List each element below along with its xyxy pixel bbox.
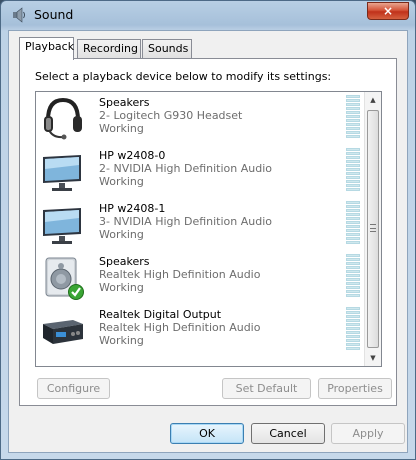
device-status: Working [99,122,144,135]
window-title: Sound [34,7,74,22]
device-description: 2- Logitech G930 Headset [99,109,243,122]
title-bar[interactable]: Sound × [1,1,415,29]
device-description: 3- NVIDIA High Definition Audio [99,215,273,228]
playback-panel: Select a playback device below to modify… [19,58,397,406]
device-item[interactable]: HP w2408-1 3- NVIDIA High Definition Aud… [36,198,365,251]
set-default-button[interactable]: Set Default [222,378,311,399]
vertical-scrollbar[interactable]: ▲ ▼ [364,92,381,366]
device-status: Working [99,281,144,294]
volume-meter [346,307,362,353]
volume-meter [346,254,362,300]
tab-playback[interactable]: Playback [19,37,74,60]
scroll-down-icon[interactable]: ▼ [365,350,381,366]
configure-button[interactable]: Configure [37,378,110,399]
device-item[interactable]: Speakers 2- Logitech G930 Headset Workin… [36,92,365,145]
dialog-client: Playback Recording Sounds Select a playb… [8,30,408,453]
speaker-default-icon [45,257,84,300]
tab-recording[interactable]: Recording [77,39,141,59]
device-status: Working [99,175,144,188]
headset-icon [44,97,82,140]
sound-dialog: Sound × Playback Recording Sounds Select… [0,0,416,460]
device-description: Realtek High Definition Audio [99,268,261,281]
properties-button[interactable]: Properties [318,378,392,399]
device-name: Realtek Digital Output [99,308,222,321]
grip-icon [370,224,376,232]
apply-button[interactable]: Apply [331,423,405,444]
device-status: Working [99,228,144,241]
device-name: Speakers [99,96,150,109]
device-name: Speakers [99,255,150,268]
device-description: Realtek High Definition Audio [99,321,261,334]
close-button[interactable]: × [367,2,409,20]
ok-button[interactable]: OK [170,423,244,444]
device-name: HP w2408-0 [99,149,166,162]
monitor-icon [43,208,81,244]
tab-sounds[interactable]: Sounds [142,39,192,59]
device-description: 2- NVIDIA High Definition Audio [99,162,273,175]
device-item[interactable]: Speakers Realtek High Definition Audio W… [36,251,365,304]
device-status: Working [99,334,144,347]
volume-meter [346,201,362,247]
device-name: HP w2408-1 [99,202,166,215]
device-list[interactable]: Speakers 2- Logitech G930 Headset Workin… [35,91,382,367]
scroll-up-icon[interactable]: ▲ [365,92,381,108]
speaker-icon [13,7,25,23]
digital-output-icon [43,320,83,344]
cancel-button[interactable]: Cancel [251,423,325,444]
volume-meter [346,95,362,141]
device-item[interactable]: HP w2408-0 2- NVIDIA High Definition Aud… [36,145,365,198]
instruction-text: Select a playback device below to modify… [35,70,332,83]
device-item[interactable]: Realtek Digital Output Realtek High Defi… [36,304,365,357]
monitor-icon [43,155,81,191]
scroll-thumb[interactable] [367,110,379,348]
volume-meter [346,148,362,194]
